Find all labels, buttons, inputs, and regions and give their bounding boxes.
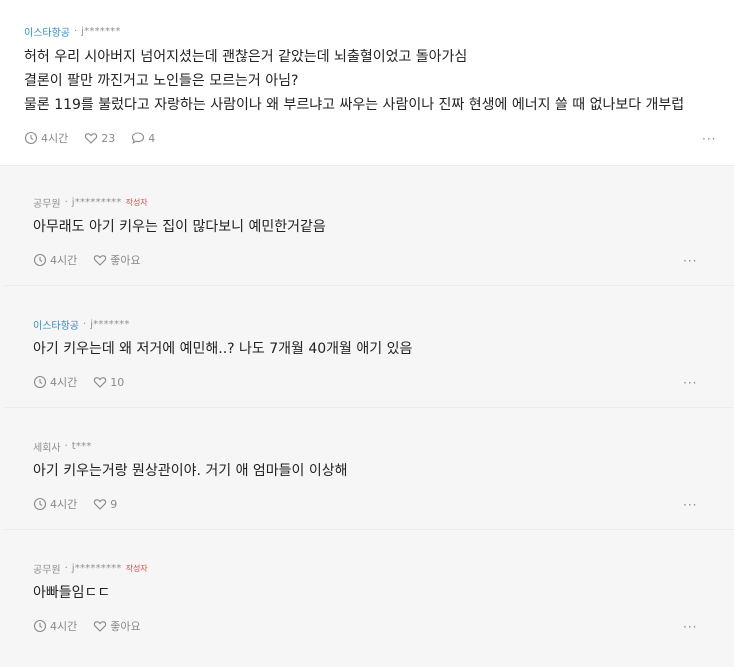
separator: · [74, 26, 78, 37]
separator: · [83, 319, 87, 330]
company-name[interactable]: 공무원 [33, 561, 61, 576]
reply-text: 아기 키우는데 왜 저거에 예민해..? 나도 7개월 40개월 애기 있음 [33, 341, 413, 357]
more-icon[interactable]: ··· [683, 498, 697, 512]
heart-icon [94, 621, 107, 632]
username[interactable]: j********* [72, 563, 122, 574]
separator: · [64, 563, 68, 574]
more-icon[interactable]: ··· [683, 254, 697, 268]
comment-button[interactable]: 4 [131, 131, 155, 145]
post-text-line: 물론 119를 불렀다고 자랑하는 사람이나 왜 부르냐고 싸우는 사람이나 진… [24, 97, 685, 113]
clock-icon [24, 131, 38, 145]
reply-meta: 이스타항공 · j******* [33, 317, 134, 332]
reply-actions: 4시간 좋아요 [33, 252, 157, 268]
time-text: 4시간 [50, 254, 78, 267]
post-actions: 4시간 23 4 [24, 130, 171, 146]
company-name[interactable]: 공무원 [33, 195, 61, 210]
time-stamp: 4시간 [33, 618, 77, 634]
reply-meta: 공무원 · j********* 작성자 [33, 561, 148, 576]
post-text-line: 결론이 팔만 까진거고 노인들은 모르는거 아님? [24, 73, 299, 89]
post-meta: 이스타항공 · j******* [24, 24, 121, 39]
like-label: 좋아요 [110, 254, 141, 267]
more-icon[interactable]: ··· [702, 132, 716, 146]
heart-icon [94, 255, 107, 266]
company-name[interactable]: 이스타항공 [24, 24, 70, 39]
time-text: 4시간 [50, 376, 78, 389]
username[interactable]: j******* [81, 26, 120, 37]
post-text-line: 허허 우리 시아버지 넘어지셨는데 괜찮은거 같았는데 뇌출혈이었고 돌아가심 [24, 49, 468, 65]
reply-actions: 4시간 10 [33, 374, 140, 390]
like-count: 10 [110, 375, 125, 389]
reply-meta: 세회사 · t*** [33, 439, 96, 454]
heart-icon [85, 133, 98, 144]
reply-text: 아빠들임ㄷㄷ [33, 585, 111, 601]
reply-actions: 4시간 좋아요 [33, 618, 157, 634]
like-button[interactable]: 23 [84, 131, 115, 145]
speech-bubble-icon [132, 132, 145, 144]
clock-icon [33, 253, 47, 267]
reply-list: 공무원 · j********* 작성자 아무래도 아기 키우는 집이 많다보니… [0, 166, 734, 667]
username[interactable]: t*** [72, 441, 92, 452]
reply-text: 아무래도 아기 키우는 집이 많다보니 예민한거같음 [33, 219, 326, 235]
clock-icon [33, 375, 47, 389]
like-count: 23 [101, 131, 116, 145]
reply-item: 공무원 · j********* 작성자 아무래도 아기 키우는 집이 많다보니… [4, 166, 734, 286]
company-name[interactable]: 세회사 [33, 439, 61, 454]
clock-icon [33, 619, 47, 633]
time-text: 4시간 [41, 132, 69, 145]
time-stamp: 4시간 [33, 374, 77, 390]
time-stamp: 4시간 [33, 496, 77, 512]
reply-item: 이스타항공 · j******* 아기 키우는데 왜 저거에 예민해..? 나도… [4, 288, 734, 408]
like-button[interactable]: 10 [93, 375, 124, 389]
heart-icon [94, 499, 107, 510]
author-badge: 작성자 [125, 564, 148, 573]
more-icon[interactable]: ··· [683, 376, 697, 390]
reply-item: 세회사 · t*** 아기 키우는거랑 뭔상관이야. 거기 애 엄마들이 이상해… [4, 410, 734, 530]
separator: · [64, 441, 68, 452]
main-post: 이스타항공 · j******* 허허 우리 시아버지 넘어지셨는데 괜찮은거 … [0, 0, 734, 166]
time-text: 4시간 [50, 498, 78, 511]
time-stamp: 4시간 [24, 130, 68, 146]
reply-text: 아기 키우는거랑 뭔상관이야. 거기 애 엄마들이 이상해 [33, 463, 348, 479]
reply-item: 공무원 · j********* 작성자 아빠들임ㄷㄷ 4시간 좋아요 ··· [4, 532, 734, 652]
like-button[interactable]: 좋아요 [93, 618, 141, 634]
more-icon[interactable]: ··· [683, 620, 697, 634]
company-name[interactable]: 이스타항공 [33, 317, 79, 332]
time-stamp: 4시간 [33, 252, 77, 268]
like-count: 9 [110, 497, 118, 511]
reply-meta: 공무원 · j********* 작성자 [33, 195, 148, 210]
clock-icon [33, 497, 47, 511]
reply-actions: 4시간 9 [33, 496, 133, 512]
username[interactable]: j********* [72, 197, 122, 208]
heart-icon [94, 377, 107, 388]
like-button[interactable]: 9 [93, 497, 117, 511]
comment-count: 4 [148, 131, 156, 145]
like-button[interactable]: 좋아요 [93, 252, 141, 268]
time-text: 4시간 [50, 620, 78, 633]
separator: · [64, 197, 68, 208]
username[interactable]: j******* [90, 319, 129, 330]
author-badge: 작성자 [125, 198, 148, 207]
like-label: 좋아요 [110, 620, 141, 633]
